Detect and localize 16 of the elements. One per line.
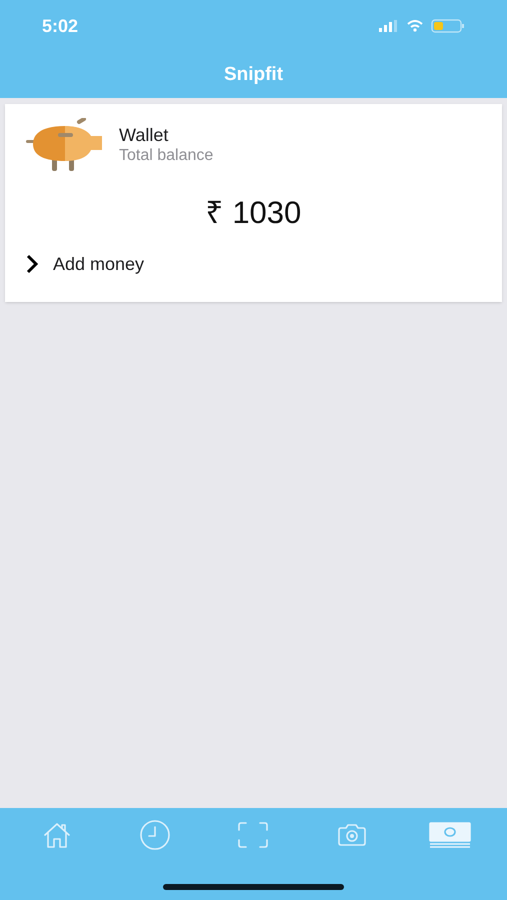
status-time: 5:02 xyxy=(42,14,78,38)
clock-icon xyxy=(139,819,172,851)
add-money-link[interactable]: Add money xyxy=(25,250,144,278)
balance-amount: ₹ 1030 xyxy=(206,194,302,232)
piggy-bank-icon xyxy=(25,118,105,172)
signal-icon xyxy=(379,20,399,32)
home-icon xyxy=(42,822,72,848)
chevron-right-icon xyxy=(25,254,39,274)
wifi-icon xyxy=(407,20,423,32)
banknote-icon xyxy=(428,822,471,848)
scan-icon xyxy=(237,822,270,848)
camera-icon xyxy=(336,824,367,846)
wallet-title: Wallet xyxy=(119,124,170,146)
battery-icon xyxy=(431,19,465,33)
wallet-subtitle: Total balance xyxy=(119,146,214,166)
app-title: Snipfit xyxy=(224,62,284,87)
